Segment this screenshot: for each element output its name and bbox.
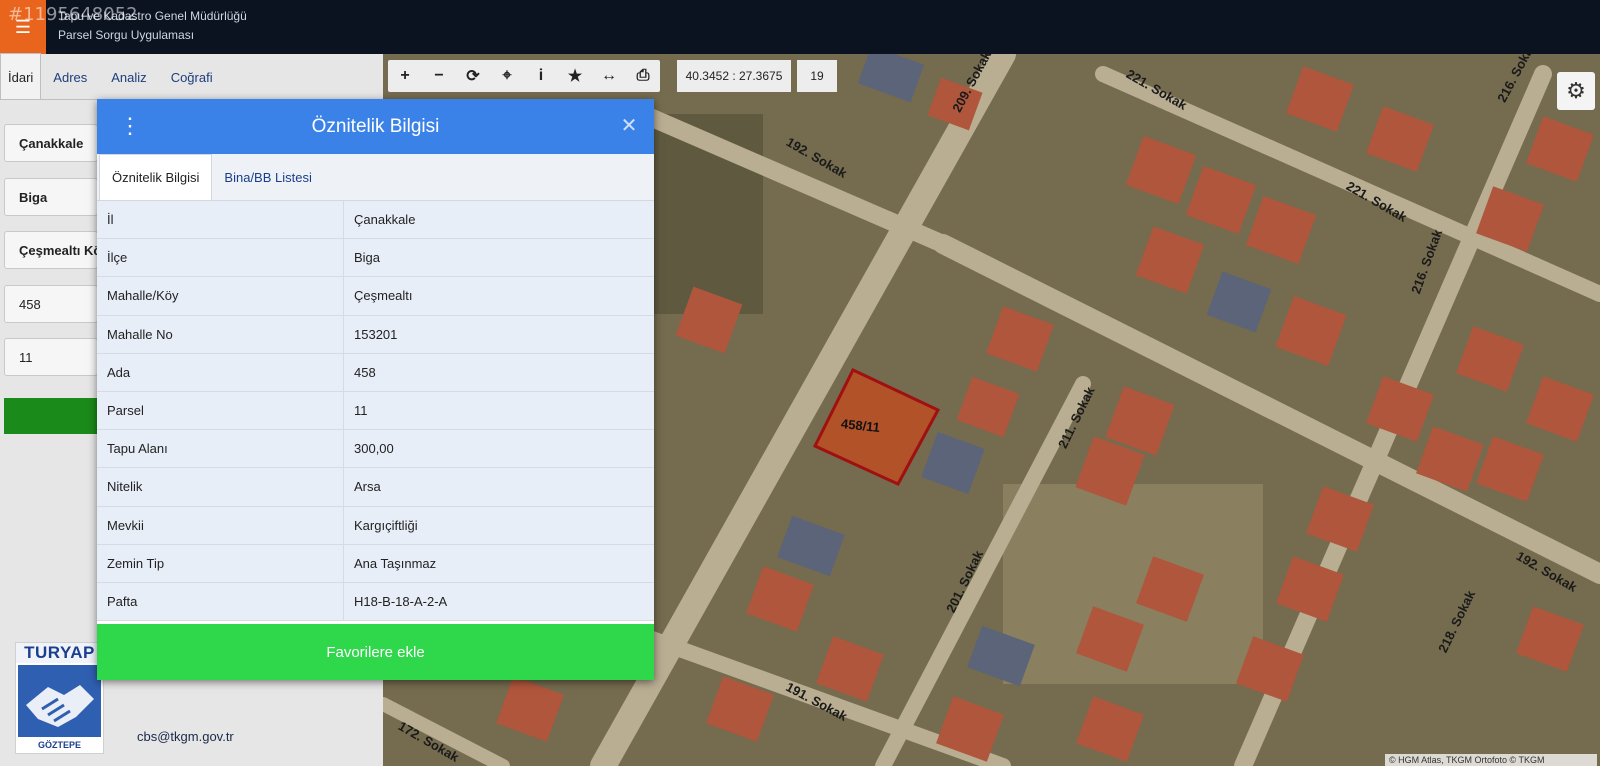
logo-branch: GÖZTEPE (37, 740, 81, 750)
attr-value: 153201 (344, 315, 654, 353)
plus-icon: + (400, 67, 410, 84)
table-row: Parsel 11 (97, 391, 654, 431)
table-row: Mahalle/Köy Çeşmealtı (97, 277, 654, 316)
attr-key: Ada (97, 353, 344, 391)
attr-key: Parsel (97, 391, 344, 430)
dialog-tab-bar: Öznitelik Bilgisi Bina/BB Listesi (97, 154, 654, 201)
add-to-favorites-button[interactable]: Favorilere ekle (97, 624, 654, 680)
dialog-title: Öznitelik Bilgisi (311, 116, 440, 137)
dialog-header: Öznitelik Bilgisi ⋮ ✕ (97, 99, 654, 154)
attr-value: Biga (344, 239, 654, 277)
kebab-menu-icon[interactable]: ⋮ (119, 112, 141, 140)
attr-value: H18-B-18-A-2-A (344, 582, 654, 621)
table-row: Pafta H18-B-18-A-2-A (97, 582, 654, 622)
table-row: Nitelik Arsa (97, 468, 654, 507)
tab-idari[interactable]: İdari (0, 53, 42, 99)
map-toolbar: + − ⟳ ⌖ i ★ ↔ ⎙ (388, 60, 660, 92)
crosshair-icon: ⌖ (502, 67, 512, 84)
ilce-select[interactable]: Biga (4, 178, 98, 216)
tab-analiz[interactable]: Analiz (99, 53, 158, 99)
refresh-button[interactable]: ⟳ (456, 60, 490, 92)
tab-adres[interactable]: Adres (41, 53, 99, 99)
info-button[interactable]: i (524, 60, 558, 92)
zoom-level-readout: 19 (797, 60, 837, 92)
turyap-logo: TURYAP GÖZTEPE (15, 642, 104, 754)
listing-id-watermark: #1195648052 (8, 4, 138, 25)
attr-value: 458 (344, 353, 654, 391)
logo-brand: TURYAP (16, 643, 103, 663)
measure-icon: ↔ (601, 67, 617, 84)
attr-key: Mevkii (97, 506, 344, 544)
attr-key: Mahalle No (97, 315, 344, 353)
attr-key: Pafta (97, 582, 344, 621)
info-icon: i (538, 67, 544, 84)
star-icon: ★ (567, 68, 583, 85)
tab-oznitelik-bilgisi[interactable]: Öznitelik Bilgisi (99, 154, 213, 200)
attr-key: Nitelik (97, 468, 344, 506)
attr-value: Ana Taşınmaz (344, 544, 654, 582)
zoom-out-button[interactable]: − (422, 60, 456, 92)
table-row: İl Çanakkale (97, 201, 654, 240)
attr-key: İl (97, 201, 344, 239)
il-select[interactable]: Çanakkale (4, 124, 98, 162)
ada-input[interactable]: 458 (4, 285, 98, 323)
tab-cografi[interactable]: Coğrafi (159, 53, 225, 99)
table-row: Ada 458 (97, 353, 654, 392)
attr-key: Zemin Tip (97, 544, 344, 582)
attr-value: Kargıçiftliği (344, 506, 654, 544)
attr-value: Arsa (344, 468, 654, 506)
map-attribution[interactable]: © HGM Atlas, TKGM Ortofoto © TKGM (1385, 754, 1597, 766)
attribute-table: İl Çanakkale İlçe Biga Mahalle/Köy Çeşmealt… (97, 201, 654, 622)
measure-button[interactable]: ↔ (592, 60, 626, 92)
attribute-dialog: Öznitelik Bilgisi ⋮ ✕ Öznitelik Bilgisi … (97, 99, 654, 680)
coordinate-readout: 40.3452 : 27.3675 (677, 60, 791, 92)
app-title-line2: Parsel Sorgu Uygulaması (58, 28, 195, 42)
attr-value: Çanakkale (344, 201, 654, 239)
printer-icon: ⎙ (636, 67, 650, 84)
table-row: İlçe Biga (97, 239, 654, 278)
attr-value: 11 (344, 391, 654, 430)
table-row: Zemin Tip Ana Taşınmaz (97, 544, 654, 583)
favorite-button[interactable]: ★ (558, 60, 592, 92)
contact-email[interactable]: cbs@tkgm.gov.tr (137, 729, 234, 744)
table-row: Mevkii Kargıçiftliği (97, 506, 654, 545)
handshake-icon (18, 665, 101, 737)
parsel-input[interactable]: 11 (4, 338, 98, 376)
mahalle-select[interactable]: Çeşmealtı Köyü (4, 231, 98, 269)
close-icon[interactable]: ✕ (617, 113, 641, 139)
attr-value: 300,00 (344, 430, 654, 468)
left-tab-bar: İdari Adres Analiz Coğrafi (0, 53, 383, 100)
print-button[interactable]: ⎙ (626, 60, 660, 92)
table-row: Mahalle No 153201 (97, 315, 654, 354)
gear-icon: ⚙ (1566, 78, 1586, 103)
locate-button[interactable]: ⌖ (490, 60, 524, 92)
app-header: ☰ Tapu ve Kadastro Genel Müdürlüğü Parse… (0, 0, 1600, 54)
zoom-in-button[interactable]: + (388, 60, 422, 92)
minus-icon: − (434, 67, 444, 84)
attr-key: Mahalle/Köy (97, 277, 344, 315)
refresh-icon: ⟳ (466, 68, 480, 85)
query-button[interactable] (4, 398, 98, 434)
attr-value: Çeşmealtı (344, 277, 654, 315)
settings-button[interactable]: ⚙ (1557, 72, 1595, 110)
attr-key: Tapu Alanı (97, 430, 344, 468)
table-row: Tapu Alanı 300,00 (97, 430, 654, 469)
tab-bina-bb-listesi[interactable]: Bina/BB Listesi (212, 154, 323, 201)
attr-key: İlçe (97, 239, 344, 277)
